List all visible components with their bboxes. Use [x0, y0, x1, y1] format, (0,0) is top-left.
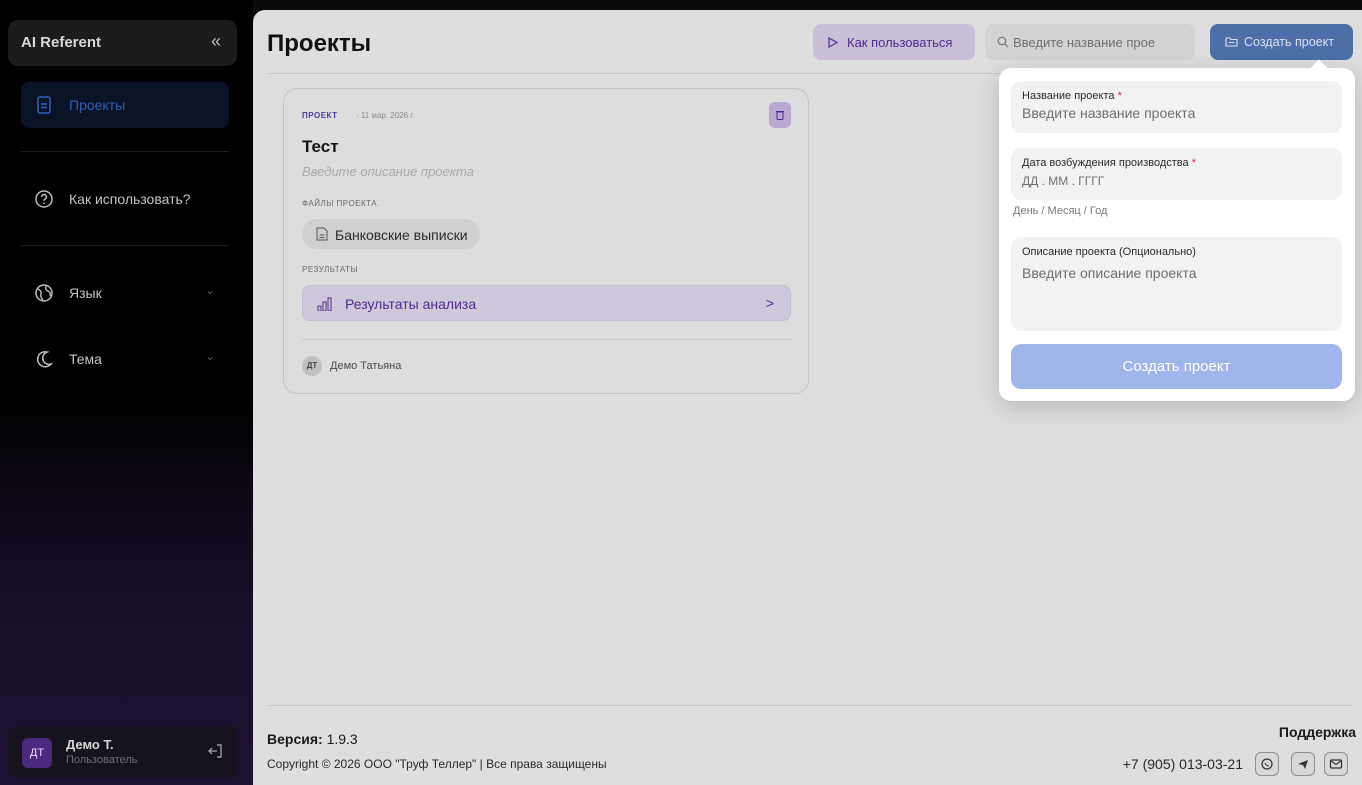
globe-icon — [35, 284, 53, 302]
collapse-sidebar-icon[interactable]: « — [211, 31, 221, 52]
submit-create-project-button[interactable]: Создать проект — [1011, 344, 1342, 389]
file-icon — [316, 227, 328, 241]
sidebar-item-theme[interactable]: Тема ⌄ — [21, 336, 229, 382]
user-panel: ДТ Демо Т. Пользователь — [8, 726, 237, 778]
date-hint: День / Месяц / Год — [1013, 205, 1108, 217]
date-field[interactable]: Дата возбуждения производства * — [1011, 148, 1342, 200]
project-tag: ПРОЕКТ — [302, 111, 338, 120]
search-input[interactable] — [1013, 24, 1188, 60]
date-input[interactable] — [1022, 174, 1332, 188]
sidebar-item-label: Проекты — [69, 97, 126, 113]
sidebar-item-language[interactable]: Язык ⌄ — [21, 270, 229, 316]
help-circle-icon — [35, 190, 53, 208]
whatsapp-icon — [1261, 758, 1273, 770]
logout-icon[interactable] — [205, 741, 225, 761]
sidebar-item-how-to-use[interactable]: Как использовать? — [21, 176, 229, 222]
delete-project-button[interactable] — [769, 102, 791, 128]
sidebar: AI Referent « Проекты Как использовать? … — [0, 0, 253, 785]
telegram-button[interactable] — [1291, 752, 1315, 776]
project-name-field[interactable]: Название проекта * — [1011, 81, 1342, 133]
create-project-popup: Название проекта * Дата возбуждения прои… — [999, 68, 1355, 401]
version-label: Версия: — [267, 731, 323, 747]
required-mark: * — [1117, 90, 1122, 102]
create-project-button[interactable]: Создать проект — [1210, 24, 1353, 60]
sidebar-item-label: Язык — [69, 285, 102, 301]
required-mark: * — [1191, 157, 1196, 169]
sidebar-divider — [21, 245, 229, 246]
document-icon — [37, 96, 51, 114]
folder-icon — [1225, 37, 1238, 47]
mail-button[interactable] — [1324, 752, 1348, 776]
description-input[interactable] — [1022, 265, 1332, 321]
version-info: Версия: 1.9.3 — [267, 731, 358, 747]
sidebar-item-label: Как использовать? — [69, 191, 191, 207]
project-name-label: Название проекта * — [1022, 90, 1122, 102]
results-section-label: РЕЗУЛЬТАТЫ — [302, 265, 359, 274]
version-number: 1.9.3 — [326, 731, 358, 747]
footer-divider — [267, 705, 1352, 706]
card-divider — [302, 339, 791, 340]
trash-icon — [776, 111, 784, 120]
sidebar-item-projects[interactable]: Проекты — [21, 82, 229, 128]
project-name: Тест — [302, 137, 339, 156]
avatar: ДТ — [22, 738, 52, 768]
description-field[interactable]: Описание проекта (Опционально) — [1011, 237, 1342, 331]
file-name: Банковские выписки — [335, 227, 468, 243]
how-to-use-label: Как пользоваться — [847, 35, 953, 50]
results-link-label: Результаты анализа — [345, 296, 477, 312]
mail-icon — [1329, 759, 1343, 769]
user-role: Пользователь — [66, 754, 138, 766]
bar-chart-icon — [317, 297, 332, 311]
chevron-down-icon: ⌄ — [204, 349, 215, 363]
chevron-right-icon: > — [765, 295, 774, 311]
sidebar-divider — [21, 151, 229, 152]
sidebar-item-label: Тема — [69, 351, 102, 367]
support-title: Поддержка — [1278, 724, 1356, 740]
app-title: AI Referent — [21, 34, 102, 51]
moon-icon — [36, 351, 54, 368]
page-title: Проекты — [267, 30, 372, 57]
date-label: Дата возбуждения производства * — [1022, 157, 1196, 169]
description-label: Описание проекта (Опционально) — [1022, 246, 1196, 258]
create-project-label: Создать проект — [1244, 35, 1334, 49]
search-box — [985, 24, 1195, 60]
whatsapp-button[interactable] — [1255, 752, 1279, 776]
files-section-label: ФАЙЛЫ ПРОЕКТА — [302, 199, 378, 208]
how-to-use-button[interactable]: Как пользоваться — [813, 24, 975, 60]
owner-name: Демо Татьяна — [330, 360, 402, 372]
play-icon — [828, 37, 838, 48]
project-card[interactable]: ПРОЕКТ · 11 мар. 2026 г. Тест Введите оп… — [283, 88, 809, 394]
support-phone[interactable]: +7 (905) 013-03-21 — [1123, 756, 1243, 772]
sidebar-header: AI Referent « — [8, 20, 237, 66]
chevron-down-icon: ⌄ — [204, 283, 215, 297]
file-chip[interactable]: Банковские выписки — [302, 219, 480, 249]
copyright: Copyright © 2026 ООО "Труф Теллер" | Все… — [267, 757, 607, 771]
search-icon — [997, 36, 1009, 48]
project-name-input[interactable] — [1022, 105, 1332, 121]
telegram-icon — [1298, 760, 1308, 769]
owner-avatar: ДТ — [302, 356, 322, 376]
project-description[interactable]: Введите описание проекта — [302, 164, 474, 179]
project-date: · 11 мар. 2026 г. — [356, 111, 415, 120]
results-link[interactable]: Результаты анализа > — [302, 285, 791, 321]
user-name: Демо Т. — [66, 737, 114, 752]
